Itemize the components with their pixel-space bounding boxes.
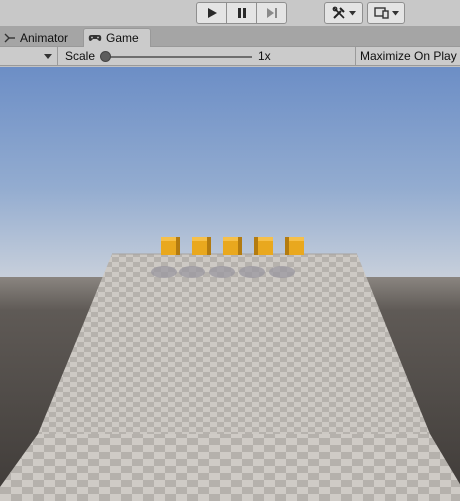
layout-dropdown-button[interactable] bbox=[367, 2, 405, 24]
scale-value: 1x bbox=[258, 49, 271, 63]
cube bbox=[285, 237, 304, 255]
chevron-down-icon bbox=[348, 10, 356, 15]
tools-dropdown-button[interactable] bbox=[324, 2, 363, 24]
play-button[interactable] bbox=[196, 2, 227, 24]
step-button[interactable] bbox=[256, 2, 287, 24]
game-scene bbox=[0, 67, 460, 501]
step-icon bbox=[266, 8, 277, 18]
game-view-controlbar: Scale 1x Maximize On Play bbox=[0, 47, 460, 66]
scale-slider-track[interactable] bbox=[104, 56, 252, 58]
tab-game[interactable]: Game bbox=[83, 28, 151, 47]
chevron-down-icon bbox=[391, 10, 399, 15]
game-viewport[interactable] bbox=[0, 67, 460, 501]
editor-tabbar: Animator Game bbox=[0, 26, 460, 47]
main-toolbar bbox=[0, 0, 460, 26]
pause-icon bbox=[237, 8, 246, 18]
tab-game-label: Game bbox=[106, 31, 139, 45]
tools-icon bbox=[332, 6, 345, 19]
scale-slider-thumb[interactable] bbox=[100, 51, 111, 62]
cube bbox=[223, 237, 242, 255]
chevron-down-icon bbox=[44, 54, 52, 59]
gamepad-icon bbox=[88, 35, 102, 41]
display-dropdown[interactable] bbox=[0, 47, 58, 65]
cube bbox=[192, 237, 211, 255]
playmode-controls bbox=[196, 2, 287, 24]
maximize-on-play-toggle[interactable]: Maximize On Play bbox=[355, 47, 460, 65]
layout-icon bbox=[373, 7, 389, 19]
tab-animator-label: Animator bbox=[20, 30, 69, 45]
scale-label: Scale bbox=[65, 49, 96, 63]
floor-plane bbox=[0, 434, 460, 501]
tab-animator[interactable]: Animator bbox=[0, 28, 82, 47]
play-icon bbox=[207, 8, 217, 18]
pause-button[interactable] bbox=[226, 2, 257, 24]
cube bbox=[161, 237, 180, 255]
animator-icon bbox=[4, 33, 15, 42]
cube bbox=[254, 237, 273, 255]
cube-shadows bbox=[151, 266, 295, 278]
